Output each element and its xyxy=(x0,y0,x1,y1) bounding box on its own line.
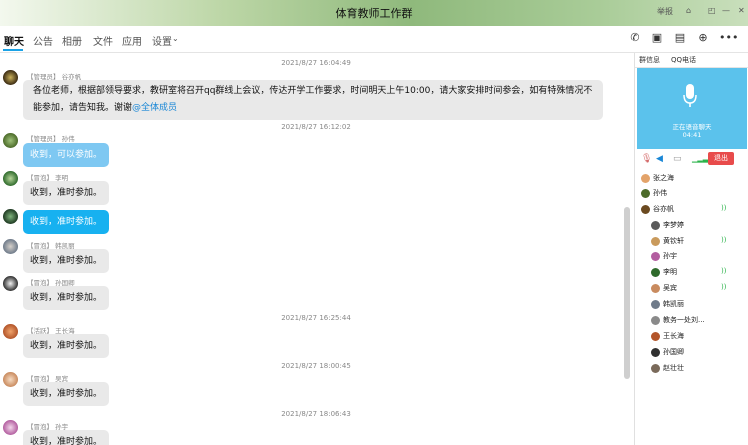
tab-qq-call[interactable]: QQ电话 xyxy=(671,55,696,65)
message-bubble: 收到，准时参加。 xyxy=(23,334,110,358)
active-tab-indicator xyxy=(3,49,23,51)
chevron-down-icon[interactable]: ⌄ xyxy=(172,34,179,43)
speaking-icon: )) xyxy=(721,267,727,275)
settings-icon[interactable]: ◰ xyxy=(708,6,716,15)
avatar xyxy=(641,174,650,183)
avatar[interactable] xyxy=(3,171,18,186)
tab-album[interactable]: 相册 xyxy=(62,33,82,48)
right-panel: 群信息 QQ电话 正在语音聊天 04:41 🎙 ◀ ▭ ▁▂▃▄ 退出 张之海 … xyxy=(634,53,748,445)
message-sender[interactable]: 【管理员】 孙伟 xyxy=(27,133,75,143)
avatar xyxy=(651,316,660,325)
exit-call-button[interactable]: 退出 xyxy=(708,152,734,165)
message-bubble: 收到，准时参加。 xyxy=(23,430,110,445)
message-bubble: 收到，准时参加。 xyxy=(23,249,110,273)
add-icon[interactable]: ⊕ xyxy=(697,32,709,44)
avatar xyxy=(651,348,660,357)
mention-all-link[interactable]: @全体成员 xyxy=(132,103,177,113)
video-icon[interactable]: ▣ xyxy=(651,32,663,44)
message-bubble: 收到，准时参加。 xyxy=(23,286,110,310)
avatar xyxy=(651,268,660,277)
tab-announcement[interactable]: 公告 xyxy=(33,33,53,48)
chat-area[interactable]: 2021/8/27 16:04:49 【管理员】 谷亦帆 各位老师，根据部领导要… xyxy=(0,53,632,445)
avatar xyxy=(651,332,660,341)
speaking-icon: )) xyxy=(721,236,727,244)
call-duration: 04:41 xyxy=(682,131,702,139)
avatar[interactable] xyxy=(3,276,18,291)
avatar[interactable] xyxy=(3,420,18,435)
message-bubble: 收到，准时参加。 xyxy=(23,181,110,205)
speaker-icon[interactable]: ◀ xyxy=(656,154,663,164)
tab-files[interactable]: 文件 xyxy=(93,33,113,48)
tab-chat[interactable]: 聊天 xyxy=(4,33,24,48)
avatar[interactable] xyxy=(3,239,18,254)
avatar[interactable] xyxy=(3,133,18,148)
close-icon[interactable]: ✕ xyxy=(738,6,745,15)
minimize-icon[interactable]: — xyxy=(722,6,730,15)
message-text: 各位老师，根据部领导要求，教研室将召开qq群线上会议，传达开学工作要求，时间明天… xyxy=(33,86,593,113)
message-bubble: 各位老师，根据部领导要求，教研室将召开qq群线上会议，传达开学工作要求，时间明天… xyxy=(23,80,603,120)
phone-icon[interactable]: ✆ xyxy=(629,32,641,44)
avatar[interactable] xyxy=(3,324,18,339)
avatar[interactable] xyxy=(3,209,18,224)
tab-apps[interactable]: 应用 xyxy=(122,33,142,48)
message-bubble: 收到，准时参加。 xyxy=(23,382,110,406)
timestamp: 2021/8/27 18:06:43 xyxy=(281,410,351,418)
avatar xyxy=(641,189,650,198)
timestamp: 2021/8/27 18:00:45 xyxy=(281,362,351,370)
pin-icon[interactable]: ⌂ xyxy=(686,6,691,15)
avatar xyxy=(651,284,660,293)
avatar xyxy=(651,237,660,246)
voice-call-panel: 正在语音聊天 04:41 xyxy=(637,68,747,149)
chat-scrollbar[interactable] xyxy=(624,207,630,379)
timestamp: 2021/8/27 16:04:49 xyxy=(281,59,351,67)
speaking-icon: )) xyxy=(721,204,727,212)
call-status: 正在语音聊天 xyxy=(672,123,712,131)
avatar xyxy=(651,252,660,261)
avatar xyxy=(651,300,660,309)
avatar xyxy=(641,205,650,214)
title-bar: 体育教师工作群 举报 ⌂ ◰ — ✕ xyxy=(0,0,748,26)
timestamp: 2021/8/27 16:25:44 xyxy=(281,314,351,322)
tab-group-info[interactable]: 群信息 xyxy=(639,55,660,65)
avatar xyxy=(651,221,660,230)
message-bubble: 收到，准时参加。 xyxy=(23,210,110,234)
timestamp: 2021/8/27 16:12:02 xyxy=(281,123,351,131)
microphone-icon xyxy=(683,84,697,107)
speaking-icon: )) xyxy=(721,283,727,291)
report-label[interactable]: 举报 xyxy=(657,6,673,17)
right-panel-tabs: 群信息 QQ电话 xyxy=(635,53,748,68)
window-title: 体育教师工作群 xyxy=(335,7,413,20)
tab-settings[interactable]: 设置 xyxy=(152,33,172,48)
avatar[interactable] xyxy=(3,70,18,85)
tab-bar: 聊天 公告 相册 文件 应用 设置 ⌄ ✆ ▣ ▤ ⊕ ••• xyxy=(0,26,748,53)
more-icon[interactable]: ••• xyxy=(719,32,738,44)
avatar xyxy=(651,364,660,373)
avatar[interactable] xyxy=(3,372,18,387)
screen-share-icon[interactable]: ▤ xyxy=(674,32,686,44)
message-bubble: 收到，可以参加。 xyxy=(23,143,110,167)
camera-icon[interactable]: ▭ xyxy=(673,154,682,164)
mute-mic-icon[interactable]: 🎙 xyxy=(641,154,652,164)
